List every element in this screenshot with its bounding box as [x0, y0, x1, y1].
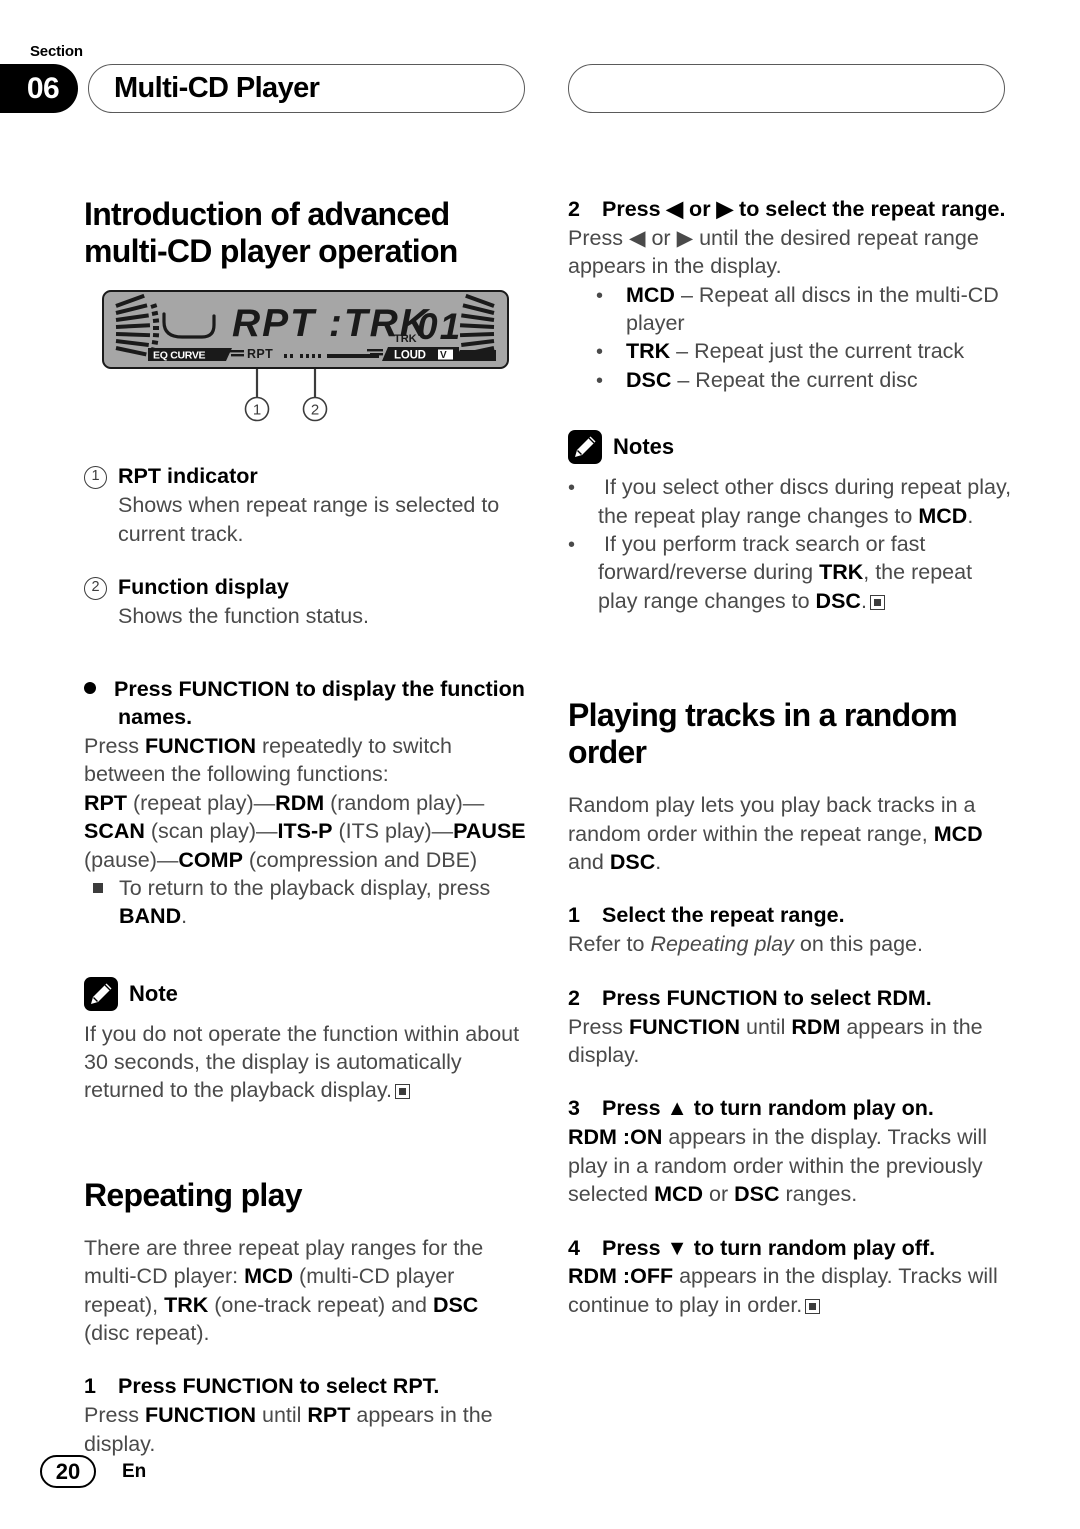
repeating-play-section: Repeating play There are three repeat pl…: [84, 1177, 529, 1458]
callout-2-body: Shows the function status.: [118, 603, 369, 628]
random-step-4-number: 4: [568, 1235, 580, 1260]
svg-text:2: 2: [311, 402, 319, 419]
list-item: If you select other discs during repeat …: [568, 473, 1013, 530]
random-step-3-number: 3: [568, 1096, 580, 1121]
function-sub-bullet: To return to the playback display, press…: [84, 874, 529, 931]
section-label: Section: [30, 43, 83, 60]
random-step-1-body: Refer to Repeating play on this page.: [568, 932, 923, 957]
random-step-1-number: 1: [568, 903, 580, 928]
notes-list: If you select other discs during repeat …: [568, 473, 1013, 615]
note-block: Note If you do not operate the function …: [84, 976, 529, 1105]
repeating-step-2-body: Press ◀ or ▶ until the desired repeat ra…: [568, 225, 979, 279]
notes-label: Notes: [613, 434, 675, 460]
random-step-4-body: RDM :OFF appears in the display. Tracks …: [568, 1264, 998, 1317]
function-names-body: Press FUNCTION repeatedly to switch betw…: [84, 734, 453, 787]
callout-2-number: 2: [84, 574, 118, 602]
repeating-step-1-body: Press FUNCTION until RPT appears in the …: [84, 1403, 493, 1456]
left-arrow-icon: ◀: [628, 225, 646, 250]
callout-item-rpt-indicator: 1 RPT indicator Shows when repeat range …: [84, 463, 529, 548]
section-title-pill-right: [568, 64, 1005, 113]
right-arrow-icon: ▶: [676, 225, 694, 250]
repeating-step-1: 1 Press FUNCTION to select RPT. Press FU…: [84, 1373, 529, 1458]
random-step-2-title: Press FUNCTION to select RDM.: [602, 985, 932, 1010]
notes-header: Notes: [568, 430, 1013, 465]
function-names-section: Press FUNCTION to display the function n…: [84, 676, 529, 931]
random-step-1-title: Select the repeat range.: [602, 903, 845, 928]
notes-block: Notes If you select other discs during r…: [568, 430, 1013, 615]
lcd-figure: EQ CURVE RPT RPT :TRK TRK 01 LOUD V 1 2: [102, 290, 517, 435]
heading-repeating-play: Repeating play: [84, 1176, 303, 1213]
repeating-step-2-head: 2 Press ◀ or ▶ to select the repeat rang…: [568, 196, 1013, 224]
function-names-heading: Press FUNCTION to display the function n…: [84, 676, 529, 732]
list-item: DSC – Repeat the current disc: [596, 366, 1013, 394]
random-step-3-head: 3 Press ▲ to turn random play on.: [568, 1095, 1013, 1123]
random-step-4-title: Press ▼ to turn random play off.: [602, 1235, 936, 1260]
svg-text:01: 01: [417, 306, 462, 347]
bullet-dot-icon: [84, 682, 96, 695]
repeat-range-options: MCD – Repeat all discs in the multi-CD p…: [568, 281, 1013, 395]
section-title-pill: Multi-CD Player: [88, 64, 525, 113]
random-step-2-body: Press FUNCTION until RDM appears in the …: [568, 1014, 983, 1068]
repeating-play-intro: There are three repeat play ranges for t…: [84, 1235, 484, 1346]
section-number-tab: 06: [0, 64, 78, 113]
random-play-section: Playing tracks in a random order Random …: [568, 697, 1013, 1319]
svg-text:1: 1: [253, 402, 261, 419]
random-step-2: 2 Press FUNCTION to select RDM. Press FU…: [568, 985, 1013, 1070]
svg-text:V: V: [440, 350, 447, 361]
page-title: Multi-CD Player: [114, 72, 320, 104]
repeating-step-2: 2 Press ◀ or ▶ to select the repeat rang…: [568, 196, 1013, 394]
end-of-section-marker: [869, 594, 885, 610]
pencil-icon: [568, 430, 602, 465]
lcd-panel: EQ CURVE RPT RPT :TRK TRK 01 LOUD V: [102, 290, 509, 370]
callout-2-title: Function display: [118, 574, 289, 599]
random-step-1-head: 1 Select the repeat range.: [568, 902, 1013, 930]
svg-text:EQ CURVE: EQ CURVE: [153, 350, 206, 362]
language-code: En: [122, 1460, 147, 1482]
svg-text:LOUD: LOUD: [394, 350, 426, 362]
end-of-section-marker: [805, 1298, 821, 1314]
note-header: Note: [84, 976, 529, 1011]
end-of-section-marker: [394, 1084, 410, 1100]
heading-random-order: Playing tracks in a random order: [568, 697, 958, 771]
repeating-step-1-title: Press FUNCTION to select RPT.: [118, 1374, 440, 1399]
note-body: If you do not operate the function withi…: [84, 1021, 520, 1103]
callout-1-number: 1: [84, 463, 118, 491]
callout-1-head: 1 RPT indicator: [84, 463, 529, 491]
page-header: Section 06 Multi-CD Player: [0, 34, 1080, 114]
random-step-1: 1 Select the repeat range. Refer to Repe…: [568, 902, 1013, 958]
random-step-3-title: Press ▲ to turn random play on.: [602, 1096, 934, 1121]
random-step-2-number: 2: [568, 985, 580, 1010]
repeating-step-2-title: Press ◀ or ▶ to select the repeat range.: [602, 197, 1006, 221]
random-step-3: 3 Press ▲ to turn random play on. RDM :O…: [568, 1095, 1013, 1208]
random-play-intro: Random play lets you play back tracks in…: [568, 793, 983, 875]
pencil-icon: [84, 976, 118, 1011]
callout-leaders: 1 2: [244, 369, 328, 422]
list-item: If you perform track search or fast forw…: [568, 530, 1013, 615]
function-chain: RPT (repeat play)—RDM (random play)—SCAN…: [84, 790, 526, 872]
repeating-step-2-number: 2: [568, 197, 580, 221]
page-footer: 20 En: [40, 1455, 146, 1488]
lcd-graphics: EQ CURVE RPT RPT :TRK TRK 01 LOUD V: [115, 294, 496, 362]
square-bullet-icon: [93, 882, 103, 893]
random-step-2-head: 2 Press FUNCTION to select RDM.: [568, 985, 1013, 1013]
list-item: TRK – Repeat just the current track: [596, 337, 1013, 365]
svg-text:TRK: TRK: [394, 333, 417, 345]
callout-item-function-display: 2 Function display Shows the function st…: [84, 574, 529, 630]
callout-1-body: Shows when repeat range is selected to c…: [118, 493, 500, 546]
svg-text:RPT: RPT: [247, 347, 273, 361]
heading-introduction: Introduction of advanced multi-CD player…: [84, 196, 458, 270]
list-item: MCD – Repeat all discs in the multi-CD p…: [596, 281, 1013, 338]
left-column: Introduction of advanced multi-CD player…: [84, 196, 529, 1458]
repeating-step-1-head: 1 Press FUNCTION to select RPT.: [84, 1373, 529, 1401]
note-label: Note: [129, 980, 178, 1006]
callout-2-head: 2 Function display: [84, 574, 529, 602]
random-step-4-head: 4 Press ▼ to turn random play off.: [568, 1235, 1013, 1263]
page-number: 20: [40, 1455, 96, 1488]
callout-1-title: RPT indicator: [118, 464, 258, 489]
random-step-3-body: RDM :ON appears in the display. Tracks w…: [568, 1125, 987, 1207]
random-step-4: 4 Press ▼ to turn random play off. RDM :…: [568, 1235, 1013, 1320]
repeating-step-1-number: 1: [84, 1374, 96, 1399]
right-column: 2 Press ◀ or ▶ to select the repeat rang…: [568, 196, 1013, 1319]
